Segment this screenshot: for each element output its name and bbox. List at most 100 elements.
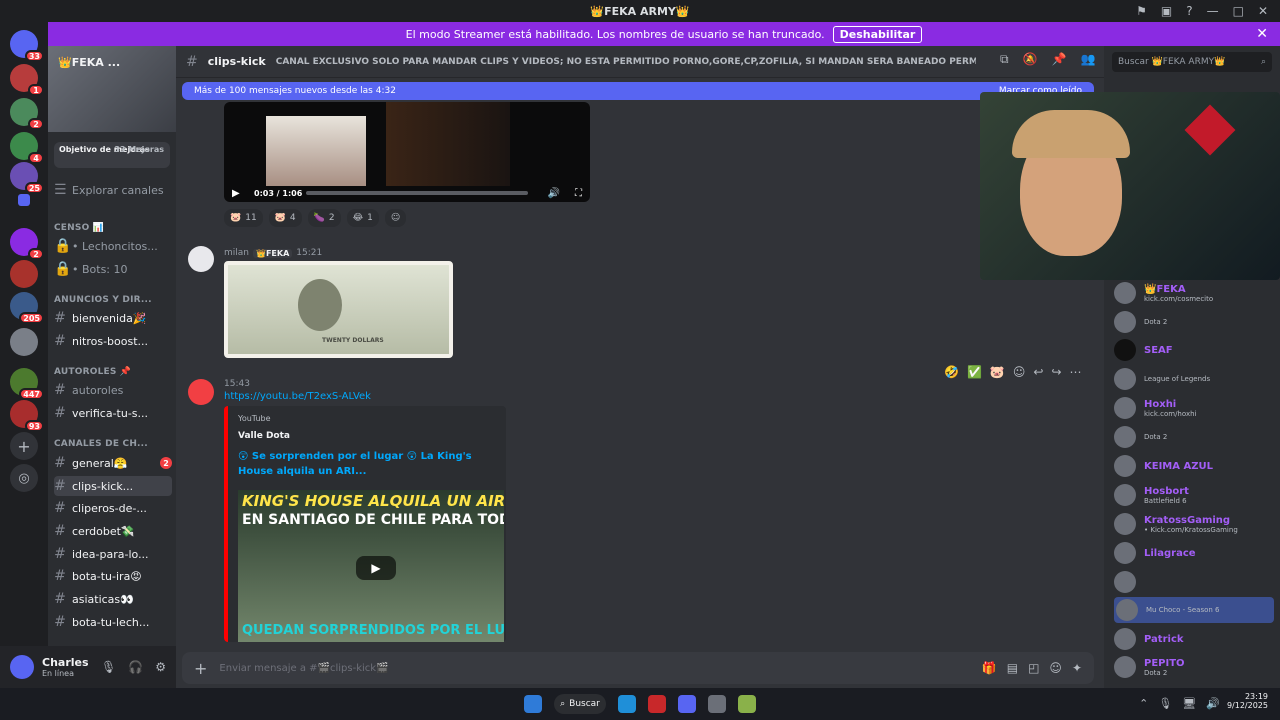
play-icon[interactable]: ▶	[232, 188, 240, 199]
member-item[interactable]: Lilagrace	[1114, 540, 1196, 566]
embed-title[interactable]: 😲 Se sorprenden por el lugar 😲 La King's…	[238, 449, 496, 479]
explore-channels[interactable]: ☰ Explorar canales	[54, 180, 172, 200]
member-item[interactable]	[1114, 569, 1144, 595]
member-item[interactable]: PEPITO Dota 2	[1114, 654, 1185, 680]
fullscreen-icon[interactable]: ⛶	[575, 188, 582, 199]
channel-item[interactable]: # cliperos-de-...	[54, 498, 172, 518]
channel-item[interactable]: 🔒 • Bots: 10	[54, 259, 172, 279]
channel-item[interactable]: # autoroles	[54, 380, 172, 400]
avatar[interactable]	[10, 655, 34, 679]
sticker-icon[interactable]: ◰	[1028, 661, 1039, 675]
add-server-icon[interactable]: +	[10, 432, 38, 460]
channel-item-active[interactable]: # clips-kick...	[54, 476, 172, 496]
help-icon[interactable]: ?	[1186, 4, 1192, 18]
server-icon[interactable]: 93	[10, 400, 44, 432]
member-item[interactable]: Dota 2	[1114, 424, 1167, 450]
explore-icon[interactable]: ◎	[10, 464, 38, 492]
category-censo[interactable]: CENSO 📊	[54, 218, 172, 238]
server-icon[interactable]	[10, 260, 38, 288]
server-icon[interactable]	[10, 328, 38, 356]
embed-author[interactable]: Valle Dota	[238, 431, 496, 441]
more-icon[interactable]: ⋯	[1070, 365, 1082, 379]
avatar[interactable]	[188, 379, 214, 405]
disable-streamer-button[interactable]: Deshabilitar	[832, 25, 923, 43]
gear-icon[interactable]: ⚙	[155, 660, 166, 674]
app-icon[interactable]	[738, 695, 756, 713]
screen-icon[interactable]: ▣	[1161, 4, 1172, 18]
category-autoroles[interactable]: AUTOROLES 📌	[54, 362, 172, 382]
member-item[interactable]: League of Legends	[1114, 366, 1210, 392]
attached-image[interactable]: TWENTY DOLLARS	[224, 261, 453, 358]
edge-icon[interactable]	[618, 695, 636, 713]
avatar[interactable]	[188, 246, 214, 272]
network-icon[interactable]: 🖥	[1182, 697, 1196, 710]
server-icon[interactable]: 2	[10, 98, 44, 130]
minimize-button[interactable]: —	[1207, 4, 1219, 18]
headphones-icon[interactable]: 🎧	[128, 660, 143, 674]
video-player[interactable]: ▶ 0:03 / 1:06 🔊 ⛶	[224, 102, 590, 202]
message-input[interactable]: Enviar mensaje a #🎬clips-kick🎬	[219, 663, 388, 674]
home-button[interactable]: 33	[10, 30, 44, 62]
search-input[interactable]: Buscar 👑FEKA ARMY👑 ⌕	[1112, 52, 1272, 72]
mute-icon[interactable]: 🔕	[1023, 52, 1038, 67]
channel-item[interactable]: # idea-para-lo...	[54, 544, 172, 564]
chevron-up-icon[interactable]: ⌃	[1139, 697, 1148, 710]
discord-icon[interactable]	[678, 695, 696, 713]
check-icon[interactable]: ✅	[967, 365, 982, 379]
member-item[interactable]: 👑FEKA kick.com/cosmecito	[1114, 280, 1213, 306]
add-reaction-button[interactable]: ☺	[384, 209, 407, 227]
server-icon[interactable]: 4	[10, 132, 44, 164]
channel-topic[interactable]: CANAL EXCLUSIVO SOLO PARA MANDAR CLIPS Y…	[276, 57, 976, 67]
member-item[interactable]: Dota 2	[1114, 309, 1167, 335]
add-reaction-icon[interactable]: ☺	[1013, 365, 1026, 379]
reply-icon[interactable]: ↩	[1033, 365, 1043, 379]
apps-icon[interactable]: ✦	[1072, 661, 1082, 675]
channel-item[interactable]: # verifica-tu-s...	[54, 403, 172, 423]
reaction-icon[interactable]: 🐷	[990, 365, 1005, 379]
steam-icon[interactable]	[708, 695, 726, 713]
members-icon[interactable]: 👥	[1080, 52, 1095, 67]
boost-goal[interactable]: Objetivo de mejoras 33 Mejoras	[54, 142, 170, 168]
emoji-icon[interactable]: ☺	[1049, 661, 1062, 675]
message-link[interactable]: https://youtu.be/T2exS-ALVek	[224, 391, 371, 402]
start-icon[interactable]	[524, 695, 542, 713]
member-item[interactable]: KratossGaming • Kick.com/KratossGaming	[1114, 511, 1238, 537]
member-item[interactable]: Hoxhi kick.com/hoxhi	[1114, 395, 1196, 421]
pin-icon[interactable]: 📌	[1052, 52, 1067, 67]
channel-item[interactable]: # general😤 2	[54, 453, 172, 473]
category-anuncios[interactable]: ANUNCIOS Y DIR...	[54, 290, 172, 310]
gift-icon[interactable]: 🎁	[982, 661, 997, 675]
folder-icon[interactable]	[18, 194, 30, 206]
new-messages-bar[interactable]: Más de 100 mensajes nuevos desde las 4:3…	[182, 82, 1094, 100]
gif-icon[interactable]: ▤	[1007, 661, 1018, 675]
channel-item[interactable]: # cerdobet💸	[54, 521, 172, 541]
forward-icon[interactable]: ↪	[1051, 365, 1061, 379]
video-progress[interactable]	[306, 191, 528, 195]
server-icon[interactable]: 447	[10, 368, 44, 400]
inbox-icon[interactable]: ⚑	[1136, 4, 1147, 18]
member-item[interactable]: Patrick	[1114, 626, 1184, 652]
member-item[interactable]: SEAF	[1114, 337, 1173, 363]
close-window-button[interactable]: ✕	[1258, 4, 1268, 18]
member-item[interactable]: KEIMA AZUL	[1114, 453, 1213, 479]
category-canales[interactable]: CANALES DE CH...	[54, 434, 172, 454]
channel-item[interactable]: 🔒 • Lechoncitos...	[54, 236, 172, 256]
channel-item[interactable]: # bota-tu-ira😡	[54, 566, 172, 586]
channel-item[interactable]: # bota-tu-lech...	[54, 612, 172, 632]
add-attachment-icon[interactable]: +	[194, 659, 207, 678]
channel-item[interactable]: # asiaticas👀	[54, 589, 172, 609]
reaction[interactable]: 😂 1	[346, 209, 379, 227]
taskbar-search[interactable]: ⌕ Buscar	[554, 694, 606, 714]
play-icon[interactable]: ▶	[356, 556, 396, 580]
server-icon[interactable]: 2	[10, 228, 44, 260]
video-thumbnail[interactable]: KING'S HOUSE ALQUILA UN AIRBNB EN SANTIA…	[238, 490, 504, 642]
close-icon[interactable]: ✕	[1256, 26, 1268, 42]
channel-item[interactable]: # nitros-boost...	[54, 331, 172, 351]
author-name[interactable]: milan	[224, 248, 249, 258]
opera-icon[interactable]	[648, 695, 666, 713]
volume-icon[interactable]: 🔊	[1206, 697, 1220, 710]
server-icon[interactable]: 205	[10, 292, 44, 324]
maximize-button[interactable]: □	[1233, 4, 1244, 18]
server-icon[interactable]: 1	[10, 64, 44, 96]
reaction[interactable]: 🐷 11	[224, 209, 263, 227]
